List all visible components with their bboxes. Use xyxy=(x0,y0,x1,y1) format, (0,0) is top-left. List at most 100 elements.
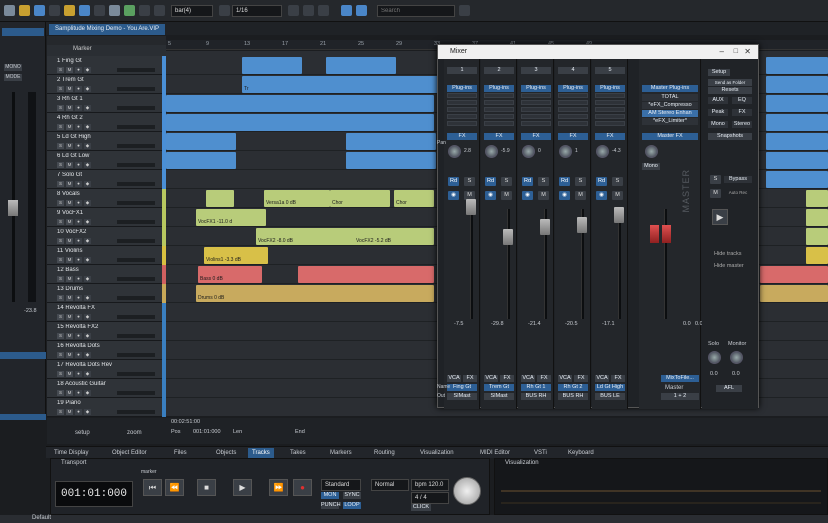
audio-object[interactable]: VocFX2 -5.2 dB xyxy=(354,228,434,245)
monitor-button[interactable]: ◆ xyxy=(84,67,91,73)
bypass-button[interactable]: Bypass xyxy=(724,176,752,183)
monitor-button[interactable]: ◆ xyxy=(84,124,91,130)
track-name[interactable]: 12 Bass xyxy=(57,267,135,274)
track-header[interactable]: 15 Revolta FX2 S M ● ◆ xyxy=(47,322,166,341)
track-name[interactable]: 5 Ld Gt High xyxy=(57,134,135,141)
plugin-slot[interactable] xyxy=(595,100,625,105)
solo-button[interactable]: S xyxy=(57,390,64,396)
snap-select[interactable]: bar(4) xyxy=(171,4,213,17)
solo-button[interactable]: S xyxy=(538,177,549,186)
plugin-slot[interactable] xyxy=(595,93,625,98)
monitor-button[interactable]: ◆ xyxy=(84,409,91,415)
cut-tool-icon[interactable] xyxy=(79,5,90,16)
audio-object[interactable] xyxy=(166,95,434,112)
plugin-slot[interactable] xyxy=(521,100,551,105)
audio-object[interactable] xyxy=(806,209,828,226)
plugin-slot[interactable] xyxy=(558,114,588,119)
track-header[interactable]: 7 Solo Gt S M ● ◆ xyxy=(47,170,166,189)
vca-label[interactable]: VCA xyxy=(484,375,498,382)
record-arm-button[interactable]: ● xyxy=(75,352,82,358)
normal-select[interactable]: Normal xyxy=(371,479,409,491)
mute-button[interactable]: M xyxy=(538,191,549,200)
channel-output[interactable]: BUS LE xyxy=(595,393,625,400)
vca-label[interactable]: VCA xyxy=(447,375,461,382)
record-arm-button[interactable]: ● xyxy=(75,124,82,130)
history-icon[interactable] xyxy=(318,5,329,16)
solo-button[interactable]: S xyxy=(57,162,64,168)
monitor-button[interactable]: ◆ xyxy=(84,200,91,206)
track-volume-fader[interactable] xyxy=(117,391,155,395)
track-header[interactable]: 13 Drums S M ● ◆ xyxy=(47,284,166,303)
master-solo-button[interactable]: S xyxy=(710,175,721,184)
channel-name[interactable]: Trem Gt xyxy=(484,384,514,391)
crossfade-icon[interactable] xyxy=(356,5,367,16)
mute-button[interactable]: M xyxy=(66,181,73,187)
track-header[interactable]: 8 Vocals S M ● ◆ xyxy=(47,189,166,208)
zoom-label[interactable]: zoom xyxy=(127,430,142,436)
track-volume-fader[interactable] xyxy=(117,353,155,357)
mute-button[interactable]: M xyxy=(66,295,73,301)
track-header[interactable]: 4 Rh Gt 2 S M ● ◆ xyxy=(47,113,166,132)
plugin-slot[interactable] xyxy=(521,121,551,126)
audio-object[interactable] xyxy=(766,133,828,150)
track-header[interactable]: 18 Acoustic Guitar S M ● ◆ xyxy=(47,379,166,398)
channel-name[interactable]: Rh Gt 2 xyxy=(558,384,588,391)
plugin-slot[interactable] xyxy=(447,114,477,119)
monitor-button[interactable]: ◆ xyxy=(84,333,91,339)
volume-fader[interactable] xyxy=(503,229,513,245)
plugin-slot[interactable] xyxy=(484,121,514,126)
audio-object[interactable] xyxy=(298,266,434,283)
track-header[interactable]: 17 Revolta Dots Rev S M ● ◆ xyxy=(47,360,166,379)
vca-label[interactable]: VCA xyxy=(558,375,572,382)
minimize-button[interactable]: – xyxy=(720,45,724,59)
record-button[interactable]: Rd xyxy=(596,177,607,186)
fx-header[interactable]: FX xyxy=(595,133,625,140)
record-arm-button[interactable]: ● xyxy=(75,371,82,377)
project-tab[interactable]: Samplitude Mixing Demo - You Are.VIP xyxy=(49,24,166,35)
track-volume-fader[interactable] xyxy=(117,144,155,148)
monitor-button[interactable]: ◆ xyxy=(84,371,91,377)
audio-object[interactable] xyxy=(760,266,828,283)
loop-button[interactable]: LOOP xyxy=(343,502,361,509)
redo-icon[interactable] xyxy=(303,5,314,16)
mute-button[interactable]: M xyxy=(612,191,623,200)
stereo-view-button[interactable]: Stereo xyxy=(732,121,752,128)
track-volume-fader[interactable] xyxy=(117,277,155,281)
pan-knob[interactable] xyxy=(596,145,609,158)
master-fader-cap-right[interactable] xyxy=(662,225,671,243)
mute-button[interactable]: M xyxy=(66,352,73,358)
play-button[interactable]: ▶ xyxy=(233,479,252,496)
master-fx-label[interactable]: Master FX xyxy=(642,133,698,140)
plugin-slot[interactable] xyxy=(521,107,551,112)
record-arm-button[interactable]: ● xyxy=(75,390,82,396)
rewind-button[interactable]: ⏪ xyxy=(165,479,184,496)
monitor-button[interactable]: ◉ xyxy=(596,191,607,200)
volume-fader[interactable] xyxy=(466,199,476,215)
track-header[interactable]: 5 Ld Gt High S M ● ◆ xyxy=(47,132,166,151)
channel-output[interactable]: BUS RH xyxy=(558,393,588,400)
track-name[interactable]: 15 Revolta FX2 xyxy=(57,324,135,331)
quantize-icon[interactable] xyxy=(219,5,230,16)
audio-object[interactable] xyxy=(166,133,236,150)
maximize-button[interactable]: □ xyxy=(734,45,738,59)
monitor-button[interactable]: ◉ xyxy=(485,191,496,200)
solo-button[interactable]: S xyxy=(57,409,64,415)
audio-object[interactable] xyxy=(760,285,828,302)
audio-object[interactable] xyxy=(766,95,828,112)
plugin-slot[interactable] xyxy=(521,114,551,119)
audio-object[interactable] xyxy=(242,57,302,74)
afl-button[interactable]: AFL xyxy=(716,385,742,392)
audio-object[interactable]: Bass 0 dB xyxy=(198,266,262,283)
solo-button[interactable]: S xyxy=(57,200,64,206)
track-header[interactable]: 11 Violins S M ● ◆ xyxy=(47,246,166,265)
master-out-field[interactable]: 1 + 2 xyxy=(661,393,699,400)
track-name[interactable]: 18 Acoustic Guitar xyxy=(57,381,135,388)
mute-button[interactable]: M xyxy=(66,200,73,206)
channel-name[interactable]: Rh Gt 1 xyxy=(521,384,551,391)
record-arm-button[interactable]: ● xyxy=(75,409,82,415)
dock-tab[interactable]: Time Display xyxy=(50,448,92,458)
track-volume-fader[interactable] xyxy=(117,201,155,205)
monitor-button[interactable]: ◆ xyxy=(84,314,91,320)
dock-tab[interactable]: Object Editor xyxy=(108,448,151,458)
track-volume-fader[interactable] xyxy=(117,106,155,110)
